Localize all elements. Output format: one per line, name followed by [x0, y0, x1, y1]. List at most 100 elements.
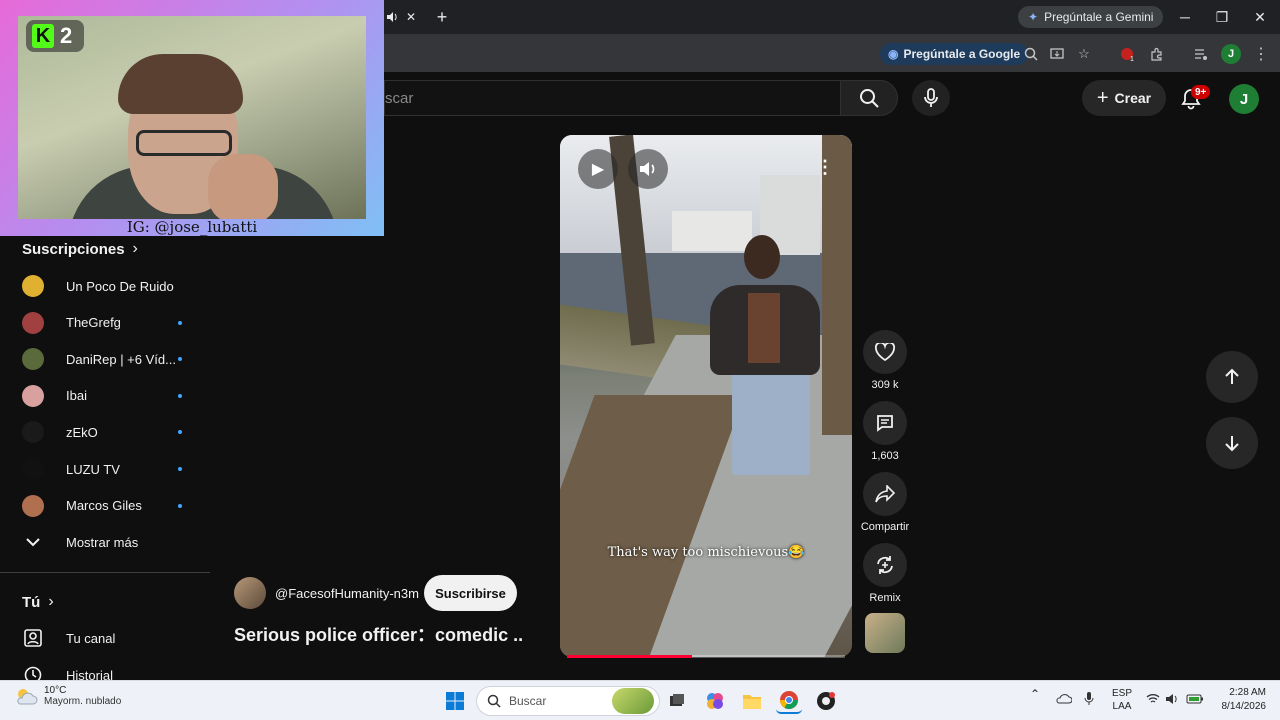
tab-audio-icon[interactable] — [384, 8, 400, 26]
video-progress-bar[interactable] — [567, 655, 845, 658]
new-content-dot — [178, 393, 182, 398]
ask-google-label: Pregúntale a Google — [903, 47, 1021, 61]
copilot-icon[interactable] — [702, 688, 728, 714]
remix-label: Remix — [869, 592, 901, 604]
search-highlight-icon[interactable] — [612, 688, 654, 714]
minimize-button[interactable]: ─ — [1170, 6, 1200, 28]
create-button[interactable]: + Crear — [1082, 80, 1166, 116]
channel-avatar — [22, 494, 44, 517]
show-more-button[interactable]: Mostrar más — [22, 527, 192, 557]
remix-icon — [877, 556, 893, 574]
more-options-icon[interactable]: ⋮ — [816, 157, 834, 178]
channel-avatar — [22, 384, 44, 407]
you-title: Tú — [22, 593, 41, 611]
share-icon — [875, 485, 895, 503]
sidebar-subscription-item[interactable]: Marcos Giles — [22, 491, 192, 521]
extensions-puzzle-icon[interactable] — [1146, 43, 1168, 65]
task-view-icon[interactable] — [664, 688, 690, 714]
sidebar-subscription-item[interactable]: Ibai — [22, 381, 192, 411]
sidebar-subscription-item[interactable]: Un Poco De Ruido — [22, 271, 192, 301]
volume-button[interactable] — [628, 149, 668, 189]
kick-k-icon: K — [32, 24, 54, 48]
new-content-dot — [178, 467, 182, 471]
subscribe-button[interactable]: Suscribirse — [424, 575, 517, 611]
your-channel-label: Tu canal — [66, 630, 116, 646]
tab-close-button[interactable]: ✕ — [402, 8, 420, 26]
ask-gemini-label: Pregúntale a Gemini — [1044, 10, 1154, 24]
sidebar-subscription-item[interactable]: TheGrefg — [22, 308, 192, 338]
comment-icon — [877, 415, 893, 432]
system-clock[interactable]: 2:28 AM 8/14/2026 — [1214, 686, 1267, 714]
chrome-menu-icon[interactable]: ⋮ — [1250, 43, 1272, 65]
media-control-icon[interactable] — [1190, 43, 1212, 65]
battery-icon[interactable] — [1186, 693, 1204, 708]
search-placeholder: scar — [385, 89, 414, 107]
channel-avatar — [22, 421, 44, 444]
channel-avatar[interactable] — [234, 577, 266, 609]
search-input[interactable]: scar — [384, 80, 840, 116]
like-button[interactable] — [863, 330, 907, 374]
subscriptions-title: Suscripciones — [22, 240, 125, 258]
heart-icon — [875, 343, 895, 361]
sound-thumbnail[interactable] — [865, 613, 905, 653]
tray-overflow-icon[interactable]: ⌃ — [1030, 687, 1040, 701]
next-short-button[interactable] — [1206, 417, 1258, 469]
windows-start-button[interactable] — [442, 688, 468, 714]
comments-button[interactable] — [863, 401, 907, 445]
sidebar-divider — [0, 572, 210, 573]
sidebar-subscription-item[interactable]: DaniRep | +6 Víd... — [22, 344, 192, 374]
install-app-icon[interactable] — [1046, 43, 1068, 65]
subscriptions-header[interactable]: Suscripciones › — [22, 240, 138, 258]
subscription-label: Un Poco De Ruido — [66, 278, 174, 294]
tray-app-icon[interactable] — [1056, 691, 1073, 708]
short-title[interactable]: Serious police officer：comedic ... — [234, 621, 524, 647]
search-button[interactable] — [840, 80, 898, 116]
subscription-label: TheGrefg — [66, 315, 121, 331]
speaker-icon[interactable] — [1165, 693, 1179, 708]
sidebar-item-your-channel[interactable]: Tu canal — [22, 623, 192, 653]
sidebar-subscription-item[interactable]: LUZU TV — [22, 454, 192, 484]
new-content-dot — [178, 430, 182, 435]
wifi-icon[interactable] — [1146, 693, 1160, 707]
user-square-icon — [22, 629, 44, 647]
comment-count: 1,603 — [871, 450, 899, 462]
clock-date: 8/14/2026 — [1221, 701, 1267, 712]
channel-avatar — [22, 311, 44, 334]
zoom-icon[interactable] — [1020, 43, 1042, 65]
ask-gemini-button[interactable]: ✦ Pregúntale a Gemini — [1018, 6, 1164, 28]
kick-logo: K 2 — [26, 20, 84, 52]
file-explorer-icon[interactable] — [739, 688, 765, 714]
new-tab-button[interactable]: + — [432, 7, 452, 27]
you-header[interactable]: Tú › — [22, 593, 54, 611]
language-indicator[interactable]: ESP LAA — [1112, 687, 1132, 713]
gemini-sparkle-icon: ✦ — [1028, 10, 1039, 24]
tray-microphone-icon[interactable] — [1084, 691, 1094, 710]
extension-icon[interactable]: 1 — [1116, 43, 1138, 65]
search-icon — [487, 694, 501, 708]
chrome-taskbar-icon[interactable] — [776, 688, 802, 714]
channel-avatar — [22, 348, 44, 371]
play-button[interactable]: ▶ — [578, 149, 618, 189]
close-window-button[interactable]: ✕ — [1245, 6, 1275, 28]
restore-button[interactable]: ❐ — [1207, 6, 1237, 28]
voice-search-button[interactable] — [912, 80, 950, 116]
profile-avatar[interactable]: J — [1221, 44, 1241, 64]
share-label: Compartir — [860, 521, 910, 533]
language-code: ESP — [1112, 688, 1133, 699]
bookmark-star-icon[interactable]: ☆ — [1073, 43, 1095, 65]
subscription-label: zEkO — [66, 424, 98, 440]
account-avatar[interactable]: J — [1229, 84, 1259, 114]
previous-short-button[interactable] — [1206, 351, 1258, 403]
show-more-label: Mostrar más — [66, 534, 139, 550]
windows-taskbar: 10°C Mayorm. nublado Buscar ⌃ ESP LAA 2:… — [0, 680, 1280, 720]
remix-button[interactable] — [863, 543, 907, 587]
ask-google-button[interactable]: ◉ Pregúntale a Google — [880, 43, 1029, 65]
windows-logo-icon — [446, 692, 464, 710]
subscription-label: LUZU TV — [66, 461, 120, 477]
recording-app-icon[interactable] — [813, 688, 839, 714]
short-video-player[interactable]: ▶ ⋮ That's way too mischievous😂 — [560, 135, 852, 657]
share-button[interactable] — [863, 472, 907, 516]
channel-name[interactable]: @FacesofHumanity-n3m — [275, 586, 419, 601]
sidebar-subscription-item[interactable]: zEkO — [22, 417, 192, 447]
weather-widget[interactable]: 10°C Mayorm. nublado — [14, 685, 121, 707]
